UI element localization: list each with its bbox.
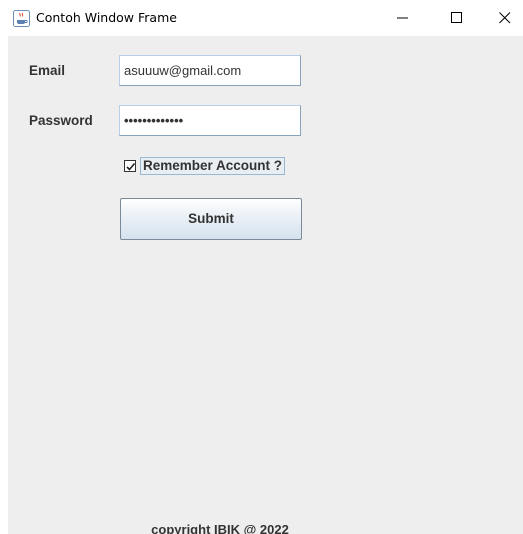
checkmark-icon [126, 162, 136, 171]
title-bar[interactable]: Contoh Window Frame [0, 0, 523, 36]
remember-account-label[interactable]: Remember Account ? [140, 157, 286, 175]
maximize-icon [451, 12, 462, 23]
maximize-button[interactable] [434, 0, 480, 36]
password-field[interactable]: ••••••••••••• [119, 105, 301, 136]
email-label: Email [29, 63, 66, 78]
password-label: Password [29, 113, 93, 128]
copyright-footer: copyright IBIK @ 2022 [151, 522, 289, 534]
form-panel: Email asuuuw@gmail.com Password ••••••••… [8, 36, 523, 534]
close-button[interactable] [482, 0, 523, 36]
java-coffee-cup-icon[interactable] [13, 10, 30, 27]
minimize-button[interactable] [380, 0, 426, 36]
app-window: Contoh Window Frame Email asuuuw@gmail.c… [0, 0, 523, 534]
window-title: Contoh Window Frame [36, 10, 177, 25]
email-field[interactable]: asuuuw@gmail.com [119, 55, 301, 86]
minimize-icon [397, 17, 408, 19]
submit-button[interactable]: Submit [120, 198, 302, 240]
remember-account-checkbox[interactable] [124, 160, 136, 172]
close-icon [499, 12, 511, 24]
